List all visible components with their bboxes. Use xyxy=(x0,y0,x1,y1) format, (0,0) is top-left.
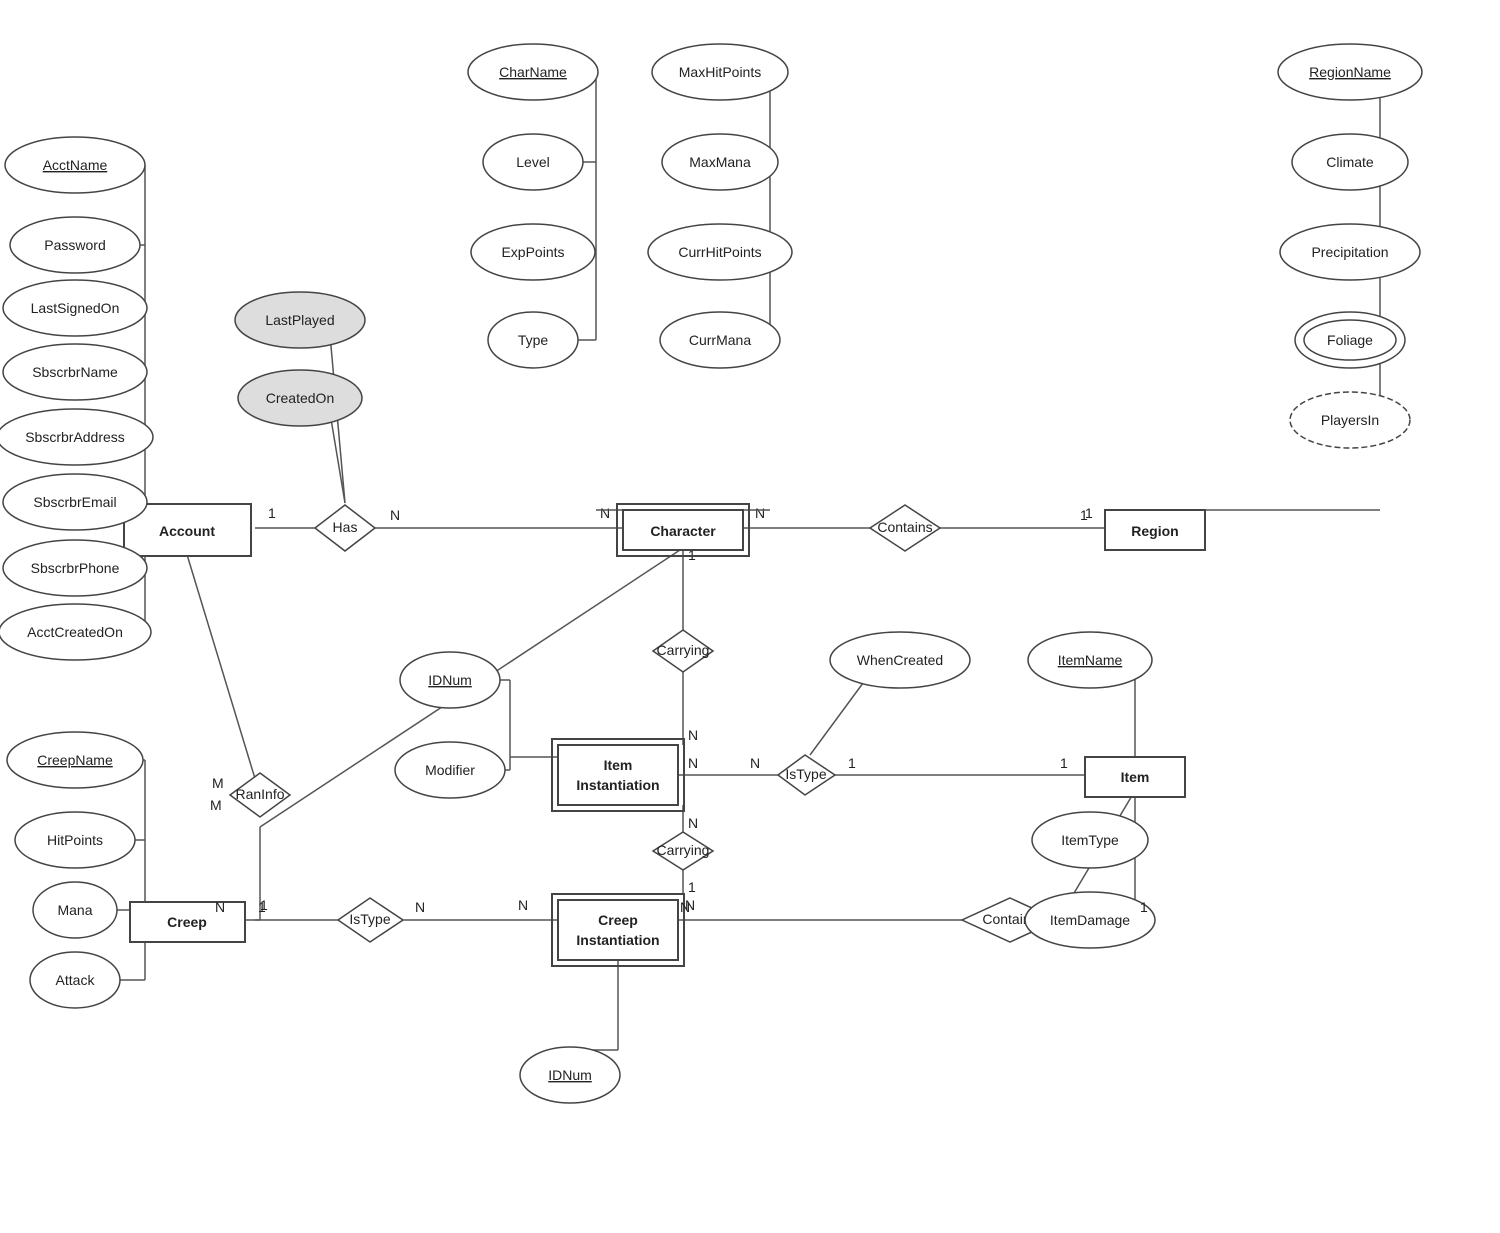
id-num-creep-text: IDNum xyxy=(548,1067,592,1083)
modifier-text: Modifier xyxy=(425,762,475,778)
is-type-item-label: IsType xyxy=(785,766,826,782)
item-type-text: ItemType xyxy=(1061,832,1119,848)
sbscrb-address-text: SbscrbrAddress xyxy=(25,429,125,445)
creep-is-type-n-label: N xyxy=(415,899,425,915)
players-in-text: PlayersIn xyxy=(1321,412,1379,428)
has-label: Has xyxy=(333,519,358,535)
last-signed-on-text: LastSignedOn xyxy=(31,300,120,316)
exp-points-text: ExpPoints xyxy=(501,244,564,260)
svg-text:M: M xyxy=(210,797,222,813)
sbscrb-phone-text: SbscrbrPhone xyxy=(31,560,120,576)
item-label: Item xyxy=(1121,769,1150,785)
creep-instantiation-entity xyxy=(558,900,678,960)
acct-created-on-text: AcctCreatedOn xyxy=(27,624,123,640)
svg-text:1: 1 xyxy=(688,879,696,895)
acct-name-text: AcctName xyxy=(43,157,108,173)
is-type-n-label: N xyxy=(750,755,760,771)
hit-points-text: HitPoints xyxy=(47,832,103,848)
item-name-text: ItemName xyxy=(1058,652,1123,668)
ran-info-label: RanInfo xyxy=(235,786,284,802)
account-label: Account xyxy=(159,523,215,539)
creep-instantiation-label: Creep xyxy=(598,912,638,928)
svg-text:1: 1 xyxy=(1060,755,1068,771)
curr-hit-points-text: CurrHitPoints xyxy=(678,244,761,260)
creep-is-type-1-label: 1 xyxy=(258,899,266,915)
curr-mana-text: CurrMana xyxy=(689,332,751,348)
is-type-creep-label: IsType xyxy=(349,911,390,927)
max-mana-text: MaxMana xyxy=(689,154,751,170)
svg-text:1: 1 xyxy=(268,505,276,521)
ran-info-n-label: N xyxy=(215,899,225,915)
region-label: Region xyxy=(1131,523,1178,539)
region-name-text: RegionName xyxy=(1309,64,1391,80)
character-label: Character xyxy=(650,523,716,539)
ran-info-m-label: M xyxy=(212,775,224,791)
is-type-1-label: 1 xyxy=(848,755,856,771)
max-hit-points-text: MaxHitPoints xyxy=(679,64,761,80)
contains-bottom-n-label: N xyxy=(680,899,690,915)
svg-text:N: N xyxy=(688,755,698,771)
item-instantiation-label: Item xyxy=(604,757,633,773)
svg-text:N: N xyxy=(688,727,698,743)
type-text: Type xyxy=(518,332,549,348)
item-damage-text: ItemDamage xyxy=(1050,912,1130,928)
svg-text:N: N xyxy=(755,505,765,521)
svg-text:N: N xyxy=(518,897,528,913)
svg-text:N: N xyxy=(600,505,610,521)
er-diagram: text { font-family: Arial, sans-serif; f… xyxy=(0,0,1500,1228)
mana-text: Mana xyxy=(57,902,92,918)
has-n-label: N xyxy=(390,507,400,523)
carrying-lower-label: Carrying xyxy=(657,842,710,858)
password-text: Password xyxy=(44,237,105,253)
sbscrb-name-text: SbscrbrName xyxy=(32,364,118,380)
climate-text: Climate xyxy=(1326,154,1374,170)
char-name-text: CharName xyxy=(499,64,567,80)
precipitation-text: Precipitation xyxy=(1311,244,1388,260)
carrying-upper-label: Carrying xyxy=(657,642,710,658)
sbscrb-email-text: SbscrbrEmail xyxy=(33,494,116,510)
when-created-text: WhenCreated xyxy=(857,652,943,668)
item-instantiation-label2: Instantiation xyxy=(576,777,659,793)
creep-name-text: CreepName xyxy=(37,752,113,768)
last-played-text: LastPlayed xyxy=(265,312,334,328)
id-num-item-text: IDNum xyxy=(428,672,472,688)
creep-instantiation-label2: Instantiation xyxy=(576,932,659,948)
attack-text: Attack xyxy=(56,972,96,988)
creep-label: Creep xyxy=(167,914,207,930)
item-instantiation-entity xyxy=(558,745,678,805)
foliage-text: Foliage xyxy=(1327,332,1373,348)
created-on-text: CreatedOn xyxy=(266,390,334,406)
level-text: Level xyxy=(516,154,549,170)
contains-bottom-1-label: 1 xyxy=(1140,899,1148,915)
contains-region-label: Contains xyxy=(877,519,932,535)
contains-1-label: 1 xyxy=(1080,507,1088,523)
svg-text:N: N xyxy=(688,815,698,831)
